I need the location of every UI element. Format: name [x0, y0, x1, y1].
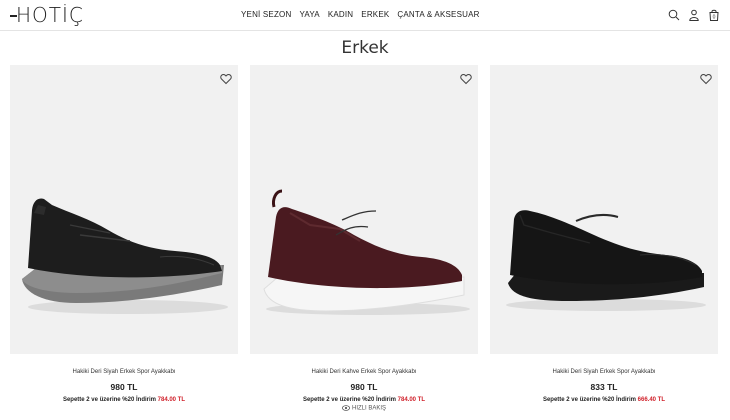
- product-image[interactable]: [250, 65, 478, 354]
- search-icon[interactable]: [668, 8, 680, 21]
- promo-text: Sepette 2 ve üzerine %20 İndirim 784.00 …: [302, 397, 426, 403]
- nav-yeni-sezon[interactable]: YENİ SEZON: [241, 10, 291, 19]
- svg-text:0: 0: [713, 15, 716, 21]
- hotic-logo[interactable]: HOTİÇ: [10, 3, 84, 27]
- nav-erkek[interactable]: ERKEK: [361, 10, 389, 19]
- user-icon[interactable]: [688, 8, 700, 21]
- product-image[interactable]: [10, 65, 238, 354]
- product-price: 980 TL: [110, 382, 138, 392]
- product-name[interactable]: Hakiki Deri Kahve Erkek Spor Ayakkabı: [250, 369, 478, 375]
- product-image[interactable]: [490, 65, 718, 354]
- site-header: HOTİÇ YENİ SEZON YAYA KADIN ERKEK ÇANTA …: [0, 0, 730, 31]
- discount-price: 666.40 TL: [637, 397, 666, 403]
- heart-icon[interactable]: [700, 72, 712, 85]
- nav-yaya[interactable]: YAYA: [299, 10, 319, 19]
- quick-view-button[interactable]: HIZLI BAKIŞ: [250, 405, 478, 412]
- product-price: 980 TL: [350, 382, 378, 392]
- header-icons: 0: [668, 8, 720, 21]
- heart-icon[interactable]: [460, 72, 472, 85]
- nav-kadin[interactable]: KADIN: [328, 10, 353, 19]
- discount-price: 784.00 TL: [397, 397, 426, 403]
- discount-price: 784.00 TL: [157, 397, 186, 403]
- main-nav: YENİ SEZON YAYA KADIN ERKEK ÇANTA & AKSE…: [241, 10, 480, 19]
- product-name[interactable]: Hakiki Deri Siyah Erkek Spor Ayakkabı: [490, 369, 718, 375]
- product-name[interactable]: Hakiki Deri Siyah Erkek Spor Ayakkabı: [10, 369, 238, 375]
- heart-icon[interactable]: [220, 72, 232, 85]
- product-card[interactable]: Hakiki Deri Siyah Erkek Spor Ayakkabı 83…: [490, 65, 718, 420]
- page-title: Erkek: [341, 38, 389, 58]
- product-card[interactable]: Hakiki Deri Siyah Erkek Spor Ayakkabı 98…: [10, 65, 238, 420]
- product-price: 833 TL: [590, 382, 618, 392]
- product-card[interactable]: Hakiki Deri Kahve Erkek Spor Ayakkabı 98…: [250, 65, 478, 420]
- nav-canta-aksesuar[interactable]: ÇANTA & AKSESUAR: [397, 10, 479, 19]
- promo-text: Sepette 2 ve üzerine %20 İndirim 666.40 …: [542, 397, 666, 403]
- promo-text: Sepette 2 ve üzerine %20 İndirim 784.00 …: [62, 397, 186, 403]
- eye-icon: [341, 405, 350, 411]
- cart-icon[interactable]: 0: [708, 8, 720, 21]
